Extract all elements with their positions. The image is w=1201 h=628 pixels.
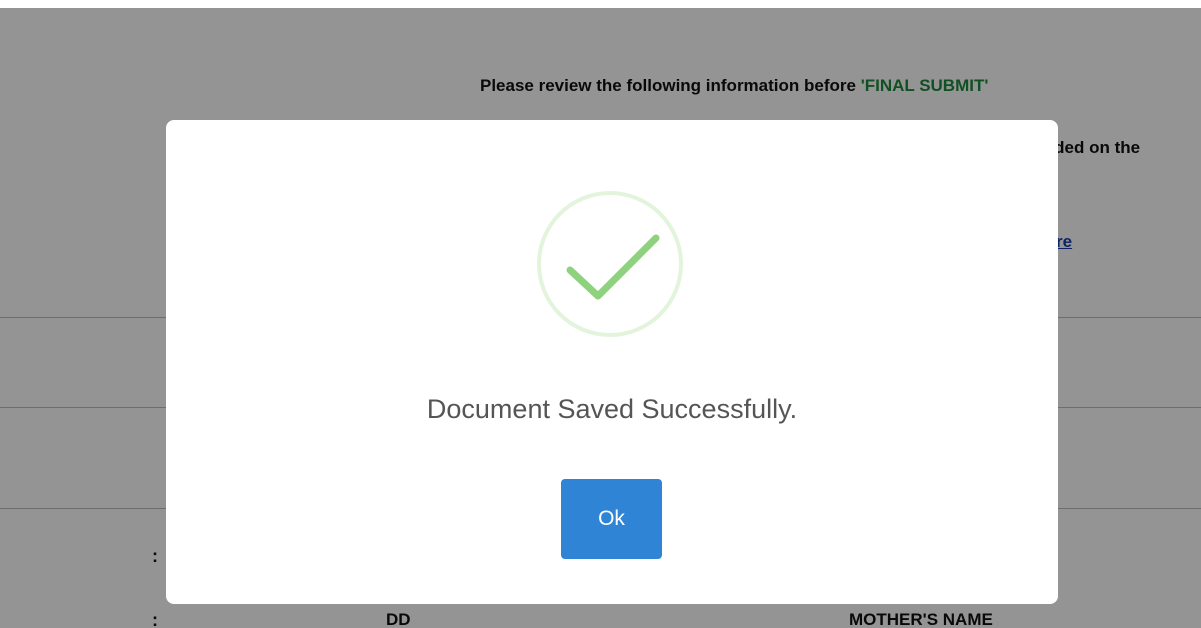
ok-button[interactable]: Ok [561, 479, 662, 559]
dialog-message: Document Saved Successfully. [426, 394, 798, 424]
success-dialog: Document Saved Successfully. Ok [166, 120, 1058, 604]
top-strip [0, 0, 1201, 8]
checkmark-success-icon [537, 191, 683, 337]
